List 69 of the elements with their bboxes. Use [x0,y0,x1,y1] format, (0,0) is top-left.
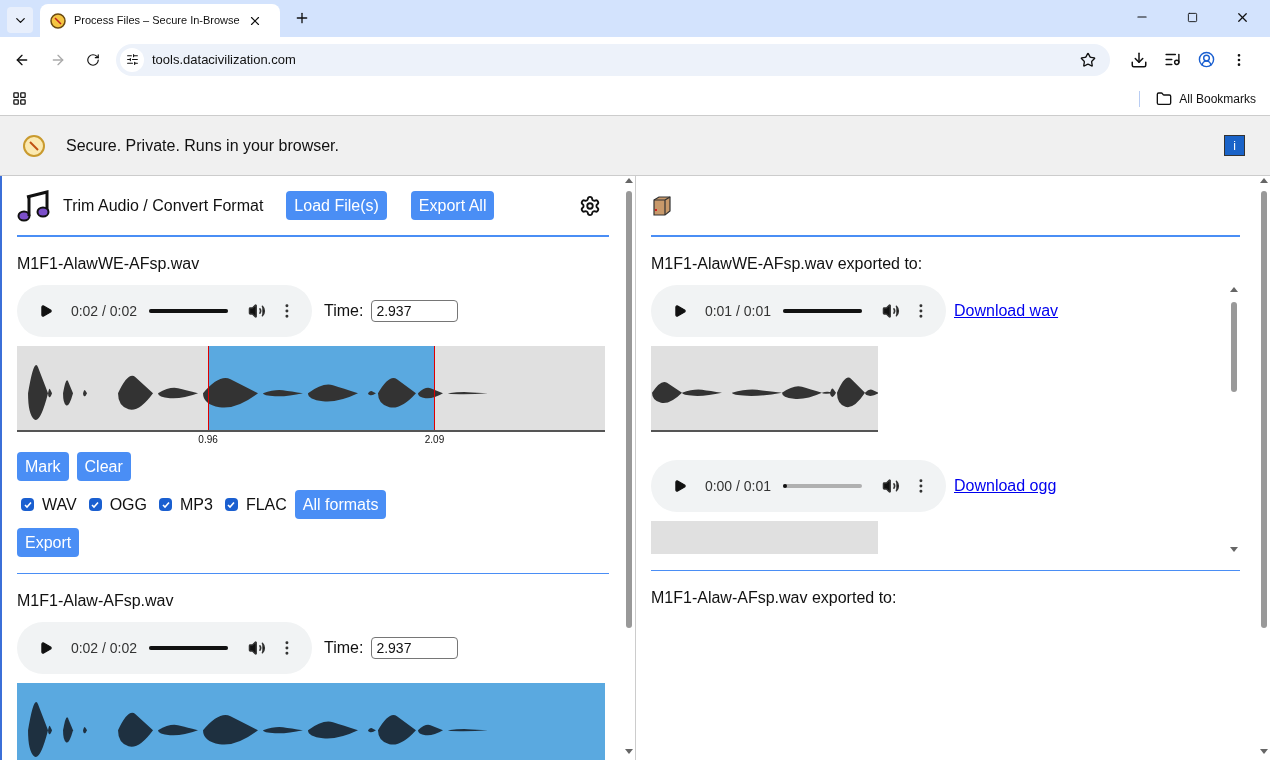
compass-icon [22,133,46,158]
time-display: 0:01 / 0:01 [704,301,772,321]
format-label: FLAC [245,494,287,515]
export-heading: M1F1-AlawWE-AFsp.wav exported to: [651,254,924,274]
seek-slider[interactable] [783,309,863,313]
seek-slider[interactable] [149,646,229,650]
play-icon[interactable] [673,479,687,493]
tab-title: Process Files – Secure In-Browse [74,13,240,29]
time-display: 0:00 / 0:01 [704,476,772,496]
audio-player[interactable]: 0:02 / 0:02 [17,285,312,337]
download-icon[interactable] [1130,50,1148,69]
apps-icon[interactable] [12,91,27,106]
settings-icon[interactable] [579,194,601,217]
download-link[interactable]: Download wav [954,299,1059,323]
time-field[interactable]: 2.937 [371,300,459,322]
compass-icon [50,12,66,29]
marker-label: 2.09 [424,433,445,447]
selected-waveform-panel[interactable] [17,683,605,760]
marker-label: 0.96 [198,433,218,447]
time-display: 0:02 / 0:02 [70,301,138,321]
file-name: M1F1-Alaw-AFsp.wav [17,591,175,611]
banner-text: Secure. Private. Runs in your browser. [66,135,340,156]
music-note-icon [17,188,51,223]
address-bar[interactable]: tools.datacivilization.com [116,43,1110,76]
time-display: 0:02 / 0:02 [70,638,138,658]
audio-player[interactable]: 0:00 / 0:01 [651,460,946,512]
volume-icon[interactable] [248,639,267,657]
play-icon[interactable] [39,304,53,318]
box-icon [651,194,673,217]
browser-tab[interactable]: Process Files – Secure In-Browse [40,4,280,37]
folder-icon[interactable] [1156,90,1173,107]
reload-icon[interactable] [86,52,100,67]
format-checkbox[interactable] [224,498,238,511]
volume-icon[interactable] [882,477,901,495]
site-settings-button[interactable] [120,47,144,72]
seek-slider[interactable] [783,484,863,488]
format-label: WAV [42,494,77,515]
new-tab-icon[interactable] [294,10,310,26]
time-label: Time: [324,638,364,658]
play-icon[interactable] [39,641,53,655]
export-heading: M1F1-Alaw-AFsp.wav exported to: [651,588,898,608]
profile-icon[interactable] [1198,51,1215,68]
download-link[interactable]: Download ogg [954,474,1057,498]
waveform-panel[interactable] [17,346,605,432]
sliders-icon[interactable] [125,53,139,66]
file-name: M1F1-AlawWE-AFsp.wav [17,254,201,274]
format-label: OGG [109,494,147,515]
volume-icon[interactable] [882,302,901,320]
volume-icon[interactable] [248,302,267,320]
media-icon[interactable] [1164,51,1181,68]
marker-line[interactable] [208,346,210,430]
info-button[interactable]: i [1224,135,1245,156]
all-bookmarks-button[interactable]: All Bookmarks [1156,89,1256,108]
bookmark-star-icon[interactable] [1080,51,1096,68]
seek-slider[interactable] [149,309,229,313]
maximize-icon[interactable] [1187,12,1198,23]
audio-player[interactable]: 0:02 / 0:02 [17,622,312,674]
marker-line[interactable] [434,346,436,430]
url-text: tools.datacivilization.com [152,50,297,69]
format-checkbox[interactable] [159,498,172,511]
time-label: Time: [324,301,364,321]
play-icon[interactable] [673,304,687,318]
close-window-icon[interactable] [1235,10,1250,25]
tool-title: Trim Audio / Convert Format [63,195,264,216]
time-field[interactable]: 2.937 [371,637,459,659]
audio-player[interactable]: 0:01 / 0:01 [651,285,946,337]
format-checkbox[interactable] [88,498,102,511]
format-label: MP3 [180,494,213,515]
format-checkbox[interactable] [21,498,34,511]
